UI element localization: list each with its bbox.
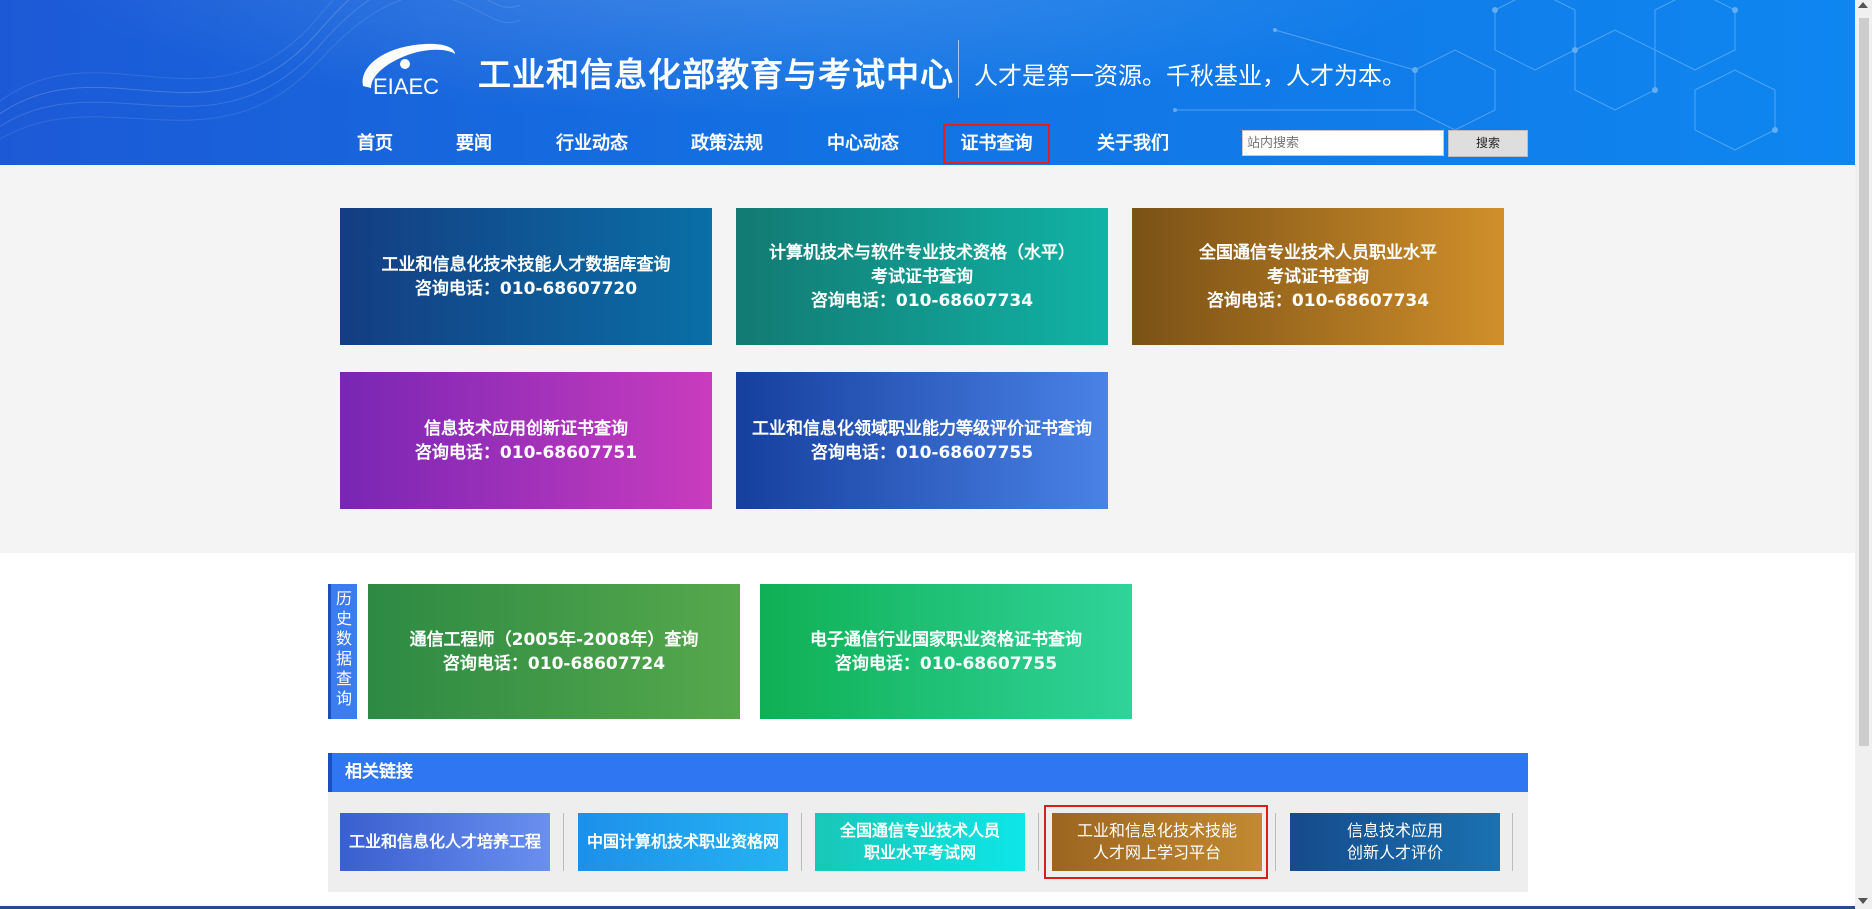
query-card-xinchuang[interactable]: 信息技术应用创新证书查询 咨询电话：010-68607751 (340, 372, 712, 509)
tile-divider (1038, 813, 1039, 871)
nav-item-industry[interactable]: 行业动态 (556, 124, 628, 164)
card-phone: 咨询电话：010-68607751 (414, 442, 638, 463)
nav-item-certificate-query[interactable]: 证书查询 (943, 124, 1050, 164)
link-tile-label: 工业和信息化技术技能 (1076, 821, 1237, 840)
link-tile-label: 创新人才评价 (1346, 843, 1443, 862)
history-tab-char: 历 (335, 589, 352, 608)
tile-divider (1275, 813, 1276, 871)
link-tile-label: 人才网上学习平台 (1092, 843, 1221, 862)
page: EIAEC 工业和信息化部教育与考试中心 人才是第一资源。千秋基业，人才为本。 … (0, 0, 1855, 909)
card-title: 通信工程师（2005年-2008年）查询 (409, 629, 699, 650)
history-tab-char: 史 (335, 609, 352, 628)
card-phone: 咨询电话：010-68607734 (810, 290, 1034, 311)
card-phone: 咨询电话：010-68607755 (834, 653, 1058, 674)
link-tile-label: 信息技术应用 (1346, 821, 1443, 840)
title-divider (958, 40, 959, 98)
query-card-software-exam[interactable]: 计算机技术与软件专业技术资格（水平） 考试证书查询 咨询电话：010-68607… (736, 208, 1108, 345)
scroll-down-arrow-icon[interactable] (1858, 898, 1868, 904)
link-tile-label: 中国计算机技术职业资格网 (586, 832, 779, 851)
query-card-telecom-exam[interactable]: 全国通信专业技术人员职业水平 考试证书查询 咨询电话：010-68607734 (1132, 208, 1504, 345)
history-card-electronic-telecom[interactable]: 电子通信行业国家职业资格证书查询 咨询电话：010-68607755 (760, 584, 1132, 719)
tile-divider (801, 813, 802, 871)
card-phone: 咨询电话：010-68607720 (414, 278, 638, 299)
search-input[interactable] (1242, 130, 1444, 156)
link-tile-xinchuang-evaluation[interactable]: 信息技术应用 创新人才评价 (1290, 813, 1500, 871)
scrollbar-thumb[interactable] (1859, 18, 1869, 746)
card-subtitle: 考试证书查询 (871, 266, 973, 287)
card-phone: 咨询电话：010-68607755 (810, 442, 1034, 463)
link-tile-label: 职业水平考试网 (863, 843, 976, 862)
card-subtitle: 考试证书查询 (1267, 266, 1369, 287)
link-tile-talent-training[interactable]: 工业和信息化人才培养工程 (340, 813, 550, 871)
related-links-title: 相关链接 (345, 762, 413, 782)
nav-item-center-news[interactable]: 中心动态 (827, 124, 899, 164)
tile-divider (563, 813, 564, 871)
slogan: 人才是第一资源。千秋基业，人才为本。 (974, 62, 1406, 90)
related-links-bar (328, 753, 1528, 792)
search-button[interactable]: 搜索 (1448, 130, 1528, 157)
query-card-vocational-level[interactable]: 工业和信息化领域职业能力等级评价证书查询 咨询电话：010-68607755 (736, 372, 1108, 509)
nav-item-news[interactable]: 要闻 (456, 124, 492, 164)
history-tab-char: 据 (335, 649, 352, 668)
eiaec-logo-icon: EIAEC (362, 43, 455, 98)
card-title: 工业和信息化领域职业能力等级评价证书查询 (752, 418, 1092, 439)
history-tab-char: 数 (335, 629, 352, 648)
card-title: 工业和信息化技术技能人才数据库查询 (381, 254, 671, 275)
nav-item-about[interactable]: 关于我们 (1097, 124, 1169, 164)
tile-divider (1512, 813, 1513, 871)
query-card-talent-database[interactable]: 工业和信息化技术技能人才数据库查询 咨询电话：010-68607720 (340, 208, 712, 345)
history-data-tab: 历 史 数 据 查 询 (328, 584, 357, 719)
link-tile-label: 全国通信专业技术人员 (839, 821, 1000, 840)
link-tile-label: 工业和信息化人才培养工程 (348, 832, 541, 851)
scroll-up-arrow-icon[interactable] (1858, 2, 1868, 8)
history-tab-char: 查 (335, 669, 352, 688)
link-tile-telecom-exam-site[interactable]: 全国通信专业技术人员 职业水平考试网 (815, 813, 1025, 871)
card-title: 全国通信专业技术人员职业水平 (1199, 242, 1437, 263)
card-title: 信息技术应用创新证书查询 (424, 418, 628, 439)
link-tile-computer-qualification[interactable]: 中国计算机技术职业资格网 (578, 813, 788, 871)
history-card-telecom-engineer[interactable]: 通信工程师（2005年-2008年）查询 咨询电话：010-68607724 (368, 584, 740, 719)
link-tile-online-learning[interactable]: 工业和信息化技术技能 人才网上学习平台 (1052, 813, 1262, 871)
card-title: 计算机技术与软件专业技术资格（水平） (769, 242, 1075, 263)
history-tab-char: 询 (335, 689, 352, 708)
logo-text: EIAEC (373, 74, 439, 98)
card-title: 电子通信行业国家职业资格证书查询 (810, 629, 1082, 650)
card-phone: 咨询电话：010-68607724 (442, 653, 666, 674)
nav-item-policy[interactable]: 政策法规 (691, 124, 763, 164)
card-phone: 咨询电话：010-68607734 (1206, 290, 1430, 311)
nav-item-home[interactable]: 首页 (357, 124, 393, 164)
site-title: 工业和信息化部教育与考试中心 (478, 55, 954, 94)
